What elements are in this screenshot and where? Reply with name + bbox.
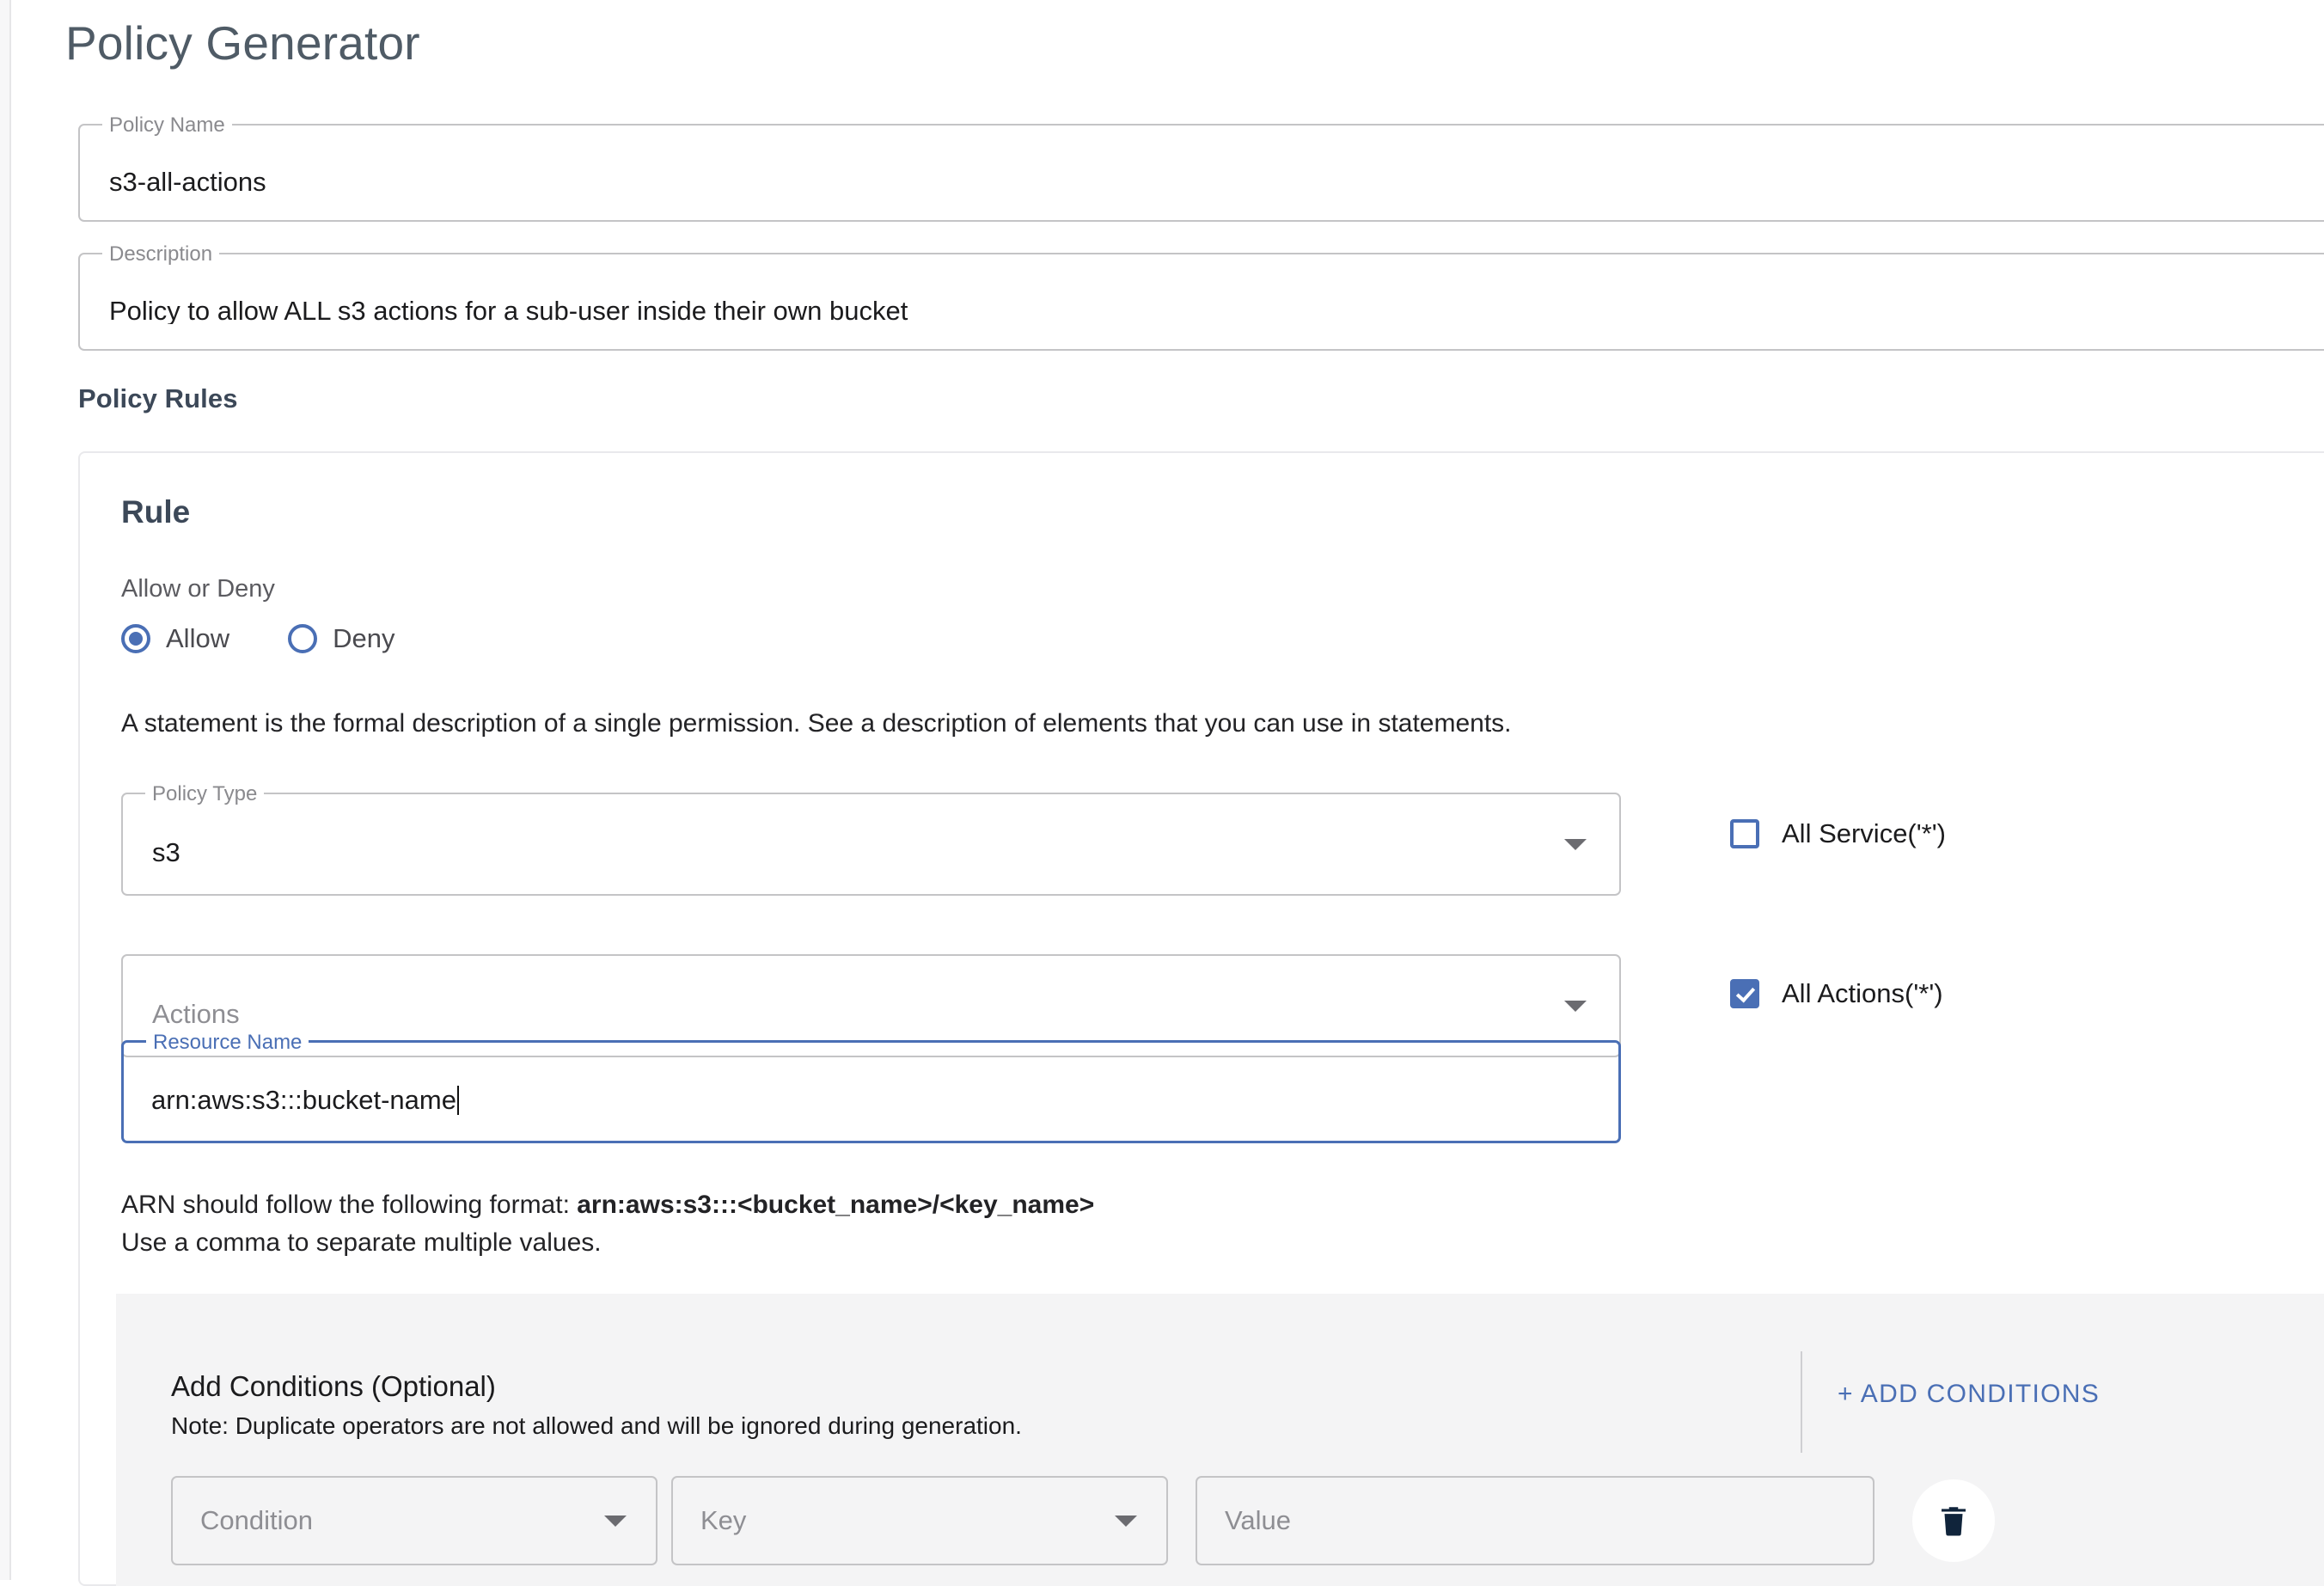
chevron-down-icon[interactable] [1115, 1516, 1137, 1527]
resource-name-label: Resource Name [146, 1032, 309, 1054]
all-service-checkbox-row[interactable]: All Service('*') [1730, 818, 1946, 849]
radio-allow-indicator[interactable] [121, 624, 150, 653]
policy-name-field[interactable]: Policy Name s3-all-actions [78, 114, 2324, 222]
resource-name-rest-segment: ::bucket-name [287, 1086, 456, 1115]
policy-type-select[interactable]: Policy Type s3 [121, 783, 1621, 896]
policy-name-label: Policy Name [102, 114, 232, 137]
radio-deny-label: Deny [333, 623, 395, 653]
delete-condition-button[interactable] [1912, 1479, 1995, 1562]
all-service-checkbox[interactable] [1730, 819, 1759, 848]
add-conditions-title: Add Conditions (Optional) [171, 1370, 496, 1402]
condition-row: Condition Key Value [171, 1476, 1995, 1565]
radio-deny[interactable]: Deny [288, 623, 394, 654]
description-label: Description [102, 243, 220, 266]
policy-rules-heading: Policy Rules [78, 383, 238, 413]
chevron-down-icon[interactable] [604, 1516, 627, 1527]
actions-placeholder: Actions [152, 1001, 240, 1027]
trash-icon [1942, 1507, 1966, 1536]
condition-operator-select[interactable]: Condition [171, 1476, 657, 1565]
radio-deny-indicator[interactable] [288, 624, 318, 653]
resource-name-spell-segment: arn:aws:s3: [151, 1086, 288, 1115]
policy-generator-page: Policy Generator Policy Name s3-all-acti… [0, 0, 2324, 1586]
arn-hint-format: arn:aws:s3:::<bucket_name>/<key_name> [577, 1191, 1095, 1219]
description-field[interactable]: Description Policy to allow ALL s3 actio… [78, 243, 2324, 351]
rule-title: Rule [121, 494, 191, 530]
condition-value-input[interactable]: Value [1196, 1476, 1874, 1565]
arn-format-hint-line2: Use a comma to separate multiple values. [121, 1228, 602, 1257]
resource-name-value: arn:aws:s3:::bucket-name [124, 1086, 488, 1115]
resource-name-field[interactable]: Resource Name arn:aws:s3:::bucket-name [121, 1032, 1621, 1143]
condition-key-select[interactable]: Key [671, 1476, 1168, 1565]
all-actions-label: All Actions('*') [1782, 978, 1943, 1008]
add-conditions-panel: Add Conditions (Optional) Note: Duplicat… [116, 1294, 2324, 1586]
add-conditions-note: Note: Duplicate operators are not allowe… [171, 1412, 1022, 1439]
chevron-down-icon[interactable] [1564, 1001, 1587, 1012]
policy-name-value: s3-all-actions [109, 168, 266, 195]
all-actions-checkbox[interactable] [1730, 979, 1759, 1008]
chevron-down-icon[interactable] [1564, 839, 1587, 850]
add-conditions-button[interactable]: + ADD CONDITIONS [1838, 1380, 2100, 1409]
all-actions-checkbox-row[interactable]: All Actions('*') [1730, 978, 1943, 1009]
allow-deny-label: Allow or Deny [121, 575, 275, 603]
left-gutter-strip [0, 0, 11, 1580]
allow-deny-radio-group: Allow Deny [121, 623, 394, 654]
condition-value-placeholder: Value [1225, 1505, 1291, 1535]
condition-key-placeholder: Key [700, 1505, 747, 1535]
radio-allow-label: Allow [166, 623, 230, 653]
main-content: Policy Generator Policy Name s3-all-acti… [13, 0, 2324, 1586]
condition-operator-placeholder: Condition [200, 1505, 313, 1535]
radio-allow[interactable]: Allow [121, 623, 229, 654]
policy-type-value: s3 [152, 839, 180, 866]
statement-description: A statement is the formal description of… [121, 709, 1512, 738]
page-title: Policy Generator [65, 16, 420, 70]
arn-format-hint-line1: ARN should follow the following format: … [121, 1188, 1094, 1222]
arn-hint-prefix: ARN should follow the following format: [121, 1191, 578, 1219]
all-service-label: All Service('*') [1782, 818, 1946, 848]
text-caret [456, 1086, 459, 1115]
description-value: Policy to allow ALL s3 actions for a sub… [109, 297, 908, 324]
policy-type-label: Policy Type [145, 783, 265, 805]
conditions-divider [1801, 1351, 1802, 1453]
